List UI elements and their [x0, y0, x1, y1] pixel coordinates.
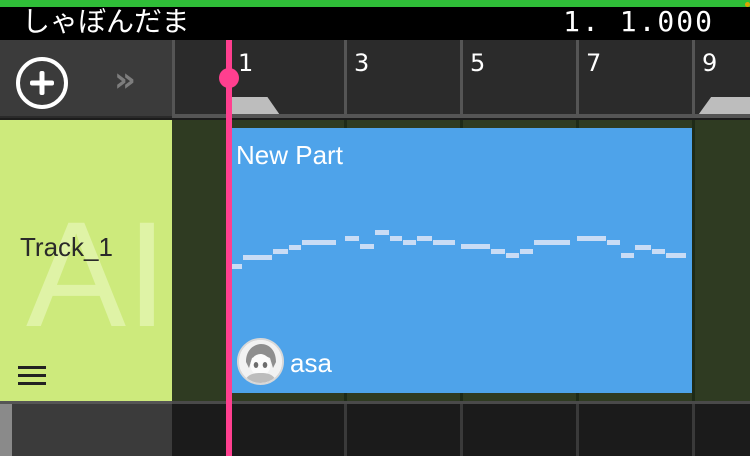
note-segment	[390, 236, 402, 241]
note-segment	[345, 236, 359, 241]
note-segment	[433, 240, 455, 245]
note-segment	[577, 236, 606, 241]
note-segment	[607, 240, 620, 245]
ruler-divider	[460, 40, 463, 118]
measure-gridline	[692, 120, 695, 401]
ai-track-watermark: AI	[26, 190, 168, 358]
note-segment	[461, 244, 490, 249]
hamburger-menu-icon[interactable]	[18, 366, 46, 386]
note-segment	[635, 245, 651, 250]
empty-track-header[interactable]	[0, 401, 172, 456]
track-controls-header: »	[0, 40, 172, 118]
note-segment	[491, 249, 505, 254]
note-segment	[506, 253, 519, 258]
note-segment	[666, 253, 686, 258]
note-segment	[520, 249, 533, 254]
song-title[interactable]: しゃぼんだま	[22, 4, 189, 40]
note-segment	[621, 253, 634, 258]
song-part[interactable]: New Part asa	[231, 128, 692, 393]
singer-avatar-icon	[239, 340, 282, 383]
empty-track-lane[interactable]	[172, 401, 750, 456]
note-segments	[231, 230, 686, 269]
title-bar: しゃぼんだま 1. 1.000	[0, 4, 750, 40]
add-track-button[interactable]	[16, 57, 68, 109]
playback-position-readout[interactable]: 1. 1.000	[563, 5, 714, 39]
measure-gridline	[576, 404, 579, 456]
track-name[interactable]: Track_1	[20, 231, 113, 263]
note-segment	[302, 240, 336, 245]
measure-gridline	[344, 404, 347, 456]
measure-gridline	[692, 404, 695, 456]
ruler-baseline	[172, 114, 750, 118]
note-segment	[652, 249, 665, 254]
note-segment	[417, 236, 432, 241]
note-segment	[243, 255, 272, 260]
measure-label-5: 5	[470, 49, 486, 77]
playhead-handle[interactable]	[219, 68, 239, 88]
note-segment	[403, 240, 416, 245]
ruler-divider	[344, 40, 347, 118]
note-segment	[534, 240, 570, 245]
ruler-divider	[172, 40, 175, 118]
ruler-divider	[576, 40, 579, 118]
note-segment	[360, 244, 374, 249]
measure-gridline	[460, 404, 463, 456]
timeline-ruler[interactable]: 1 3 5 7 9	[172, 40, 750, 118]
measure-label-7: 7	[586, 49, 602, 77]
measure-label-1: 1	[238, 49, 254, 77]
note-segment	[231, 264, 242, 269]
note-segment	[289, 245, 301, 250]
playhead-line[interactable]	[226, 40, 232, 456]
note-segment	[273, 249, 288, 254]
measure-label-9: 9	[702, 49, 718, 77]
expand-panel-button[interactable]: »	[114, 58, 136, 102]
track-header[interactable]: AI Track_1	[0, 120, 172, 401]
ruler-divider	[692, 40, 695, 118]
scrollbar-edge[interactable]	[0, 404, 12, 456]
note-segment	[375, 230, 389, 235]
singer-avatar[interactable]	[237, 338, 284, 385]
measure-label-3: 3	[354, 49, 370, 77]
singer-name: asa	[290, 348, 332, 378]
